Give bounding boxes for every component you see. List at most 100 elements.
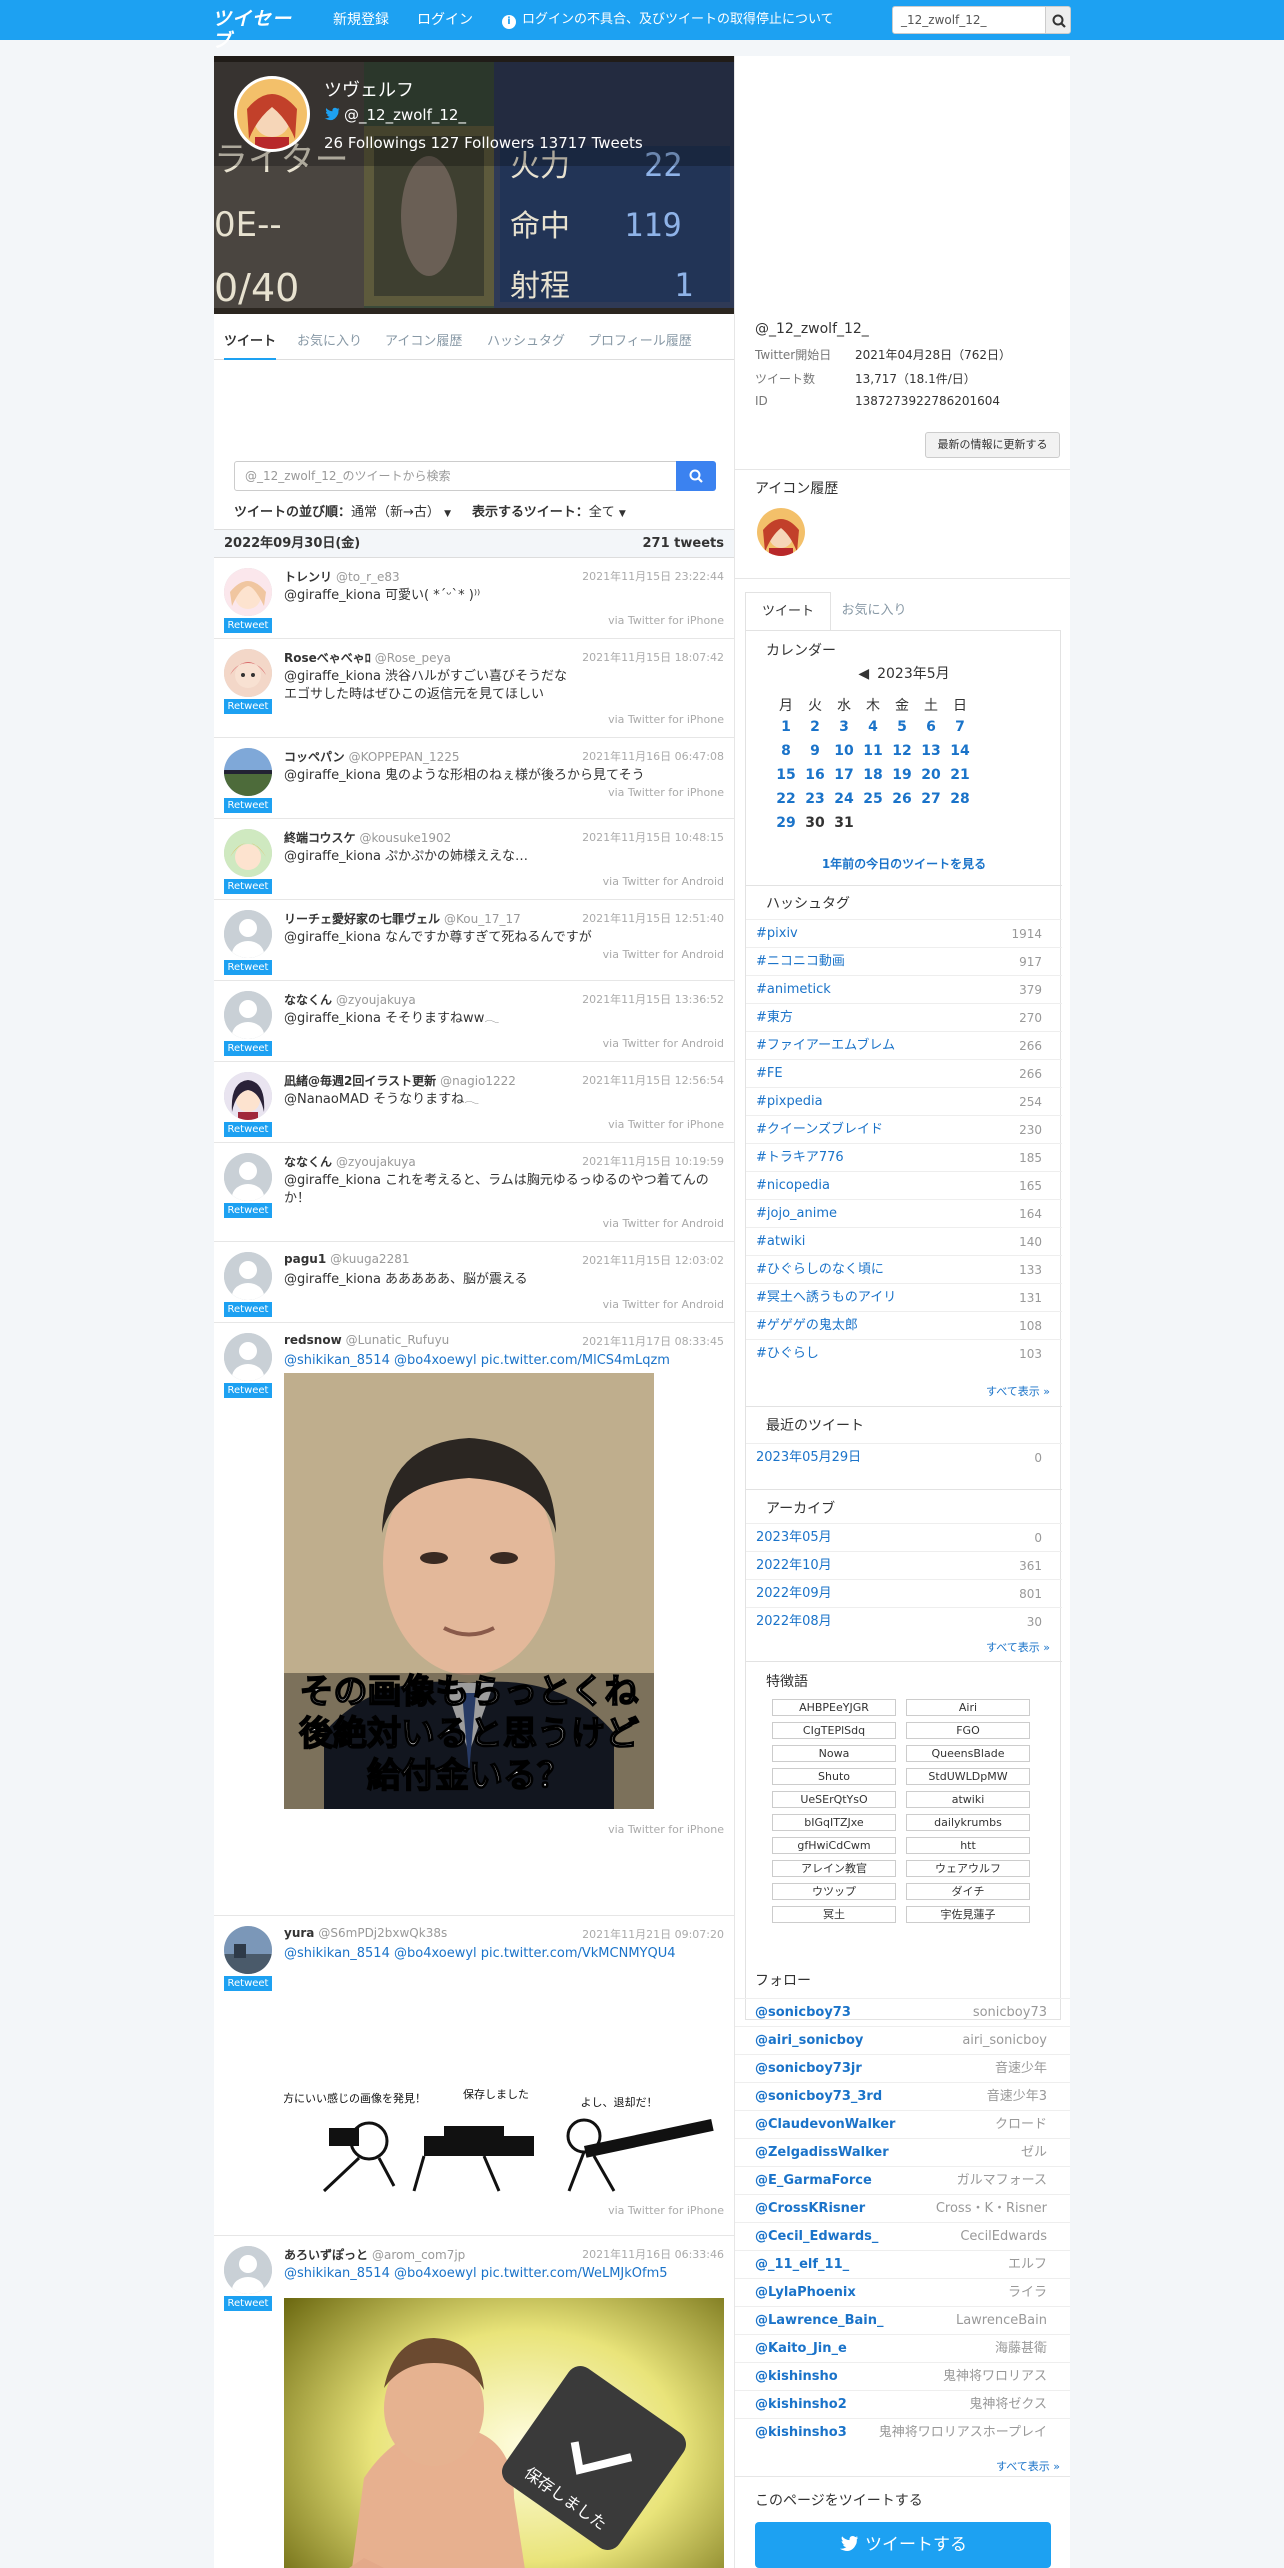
tweet-item[interactable]: Retweet Roseべゃべゃﾛ @Rose_peya 2021年11月15日 … — [214, 639, 734, 738]
hashtags-more-link[interactable]: すべて表示 » — [986, 1383, 1050, 1399]
tab-favorites[interactable]: お気に入り — [297, 324, 362, 360]
tweet-image[interactable]: 保存しました — [284, 2298, 724, 2568]
keyword-chip[interactable]: StdUWLDpMW — [906, 1768, 1030, 1785]
tweet-time[interactable]: 2021年11月15日 12:56:54 — [582, 1072, 724, 1088]
prev-month-icon[interactable]: ◀ — [858, 666, 869, 682]
icon-history-avatar[interactable] — [757, 508, 805, 556]
keyword-chip[interactable]: atwiki — [906, 1791, 1030, 1808]
follow-item[interactable]: @ZelgadissWalker ゼル — [735, 2138, 1070, 2166]
hashtag-item[interactable]: #ひぐらし 103 — [746, 1339, 1062, 1367]
keyword-chip[interactable]: UeSErQtYsO — [772, 1791, 896, 1808]
tweet-time[interactable]: 2021年11月21日 09:07:20 — [582, 1926, 724, 1942]
follow-item[interactable]: @Cecil_Edwards_ CecilEdwards — [735, 2222, 1070, 2250]
follow-item[interactable]: @kishinsho 鬼神将ワロリアス — [735, 2362, 1070, 2390]
tweet-item[interactable]: Retweet コッペパン @KOPPEPAN_1225 2021年11月16日 … — [214, 738, 734, 819]
one-year-ago-link[interactable]: 1年前の今日のツイートを見る — [746, 855, 1062, 872]
calendar-day[interactable]: 19 — [888, 767, 916, 783]
tweet-author[interactable]: トレンリ @to_r_e83 — [284, 568, 400, 585]
archive-item[interactable]: 2022年09月 801 — [746, 1579, 1062, 1607]
tweet-time[interactable]: 2021年11月15日 18:07:42 — [582, 649, 724, 665]
follow-item[interactable]: @airi_sonicboy airi_sonicboy — [735, 2026, 1070, 2054]
tweet-text[interactable]: @shikikan_8514 @bo4xoewyl pic.twitter.co… — [284, 1352, 724, 1370]
tab-icon-history[interactable]: アイコン履歴 — [385, 324, 462, 360]
keyword-chip[interactable]: Airi — [906, 1699, 1030, 1716]
hashtag-item[interactable]: #FE 266 — [746, 1059, 1062, 1087]
tweet-avatar[interactable] — [224, 910, 272, 958]
follow-item[interactable]: @kishinsho2 鬼神将ゼクス — [735, 2390, 1070, 2418]
profile-handle[interactable]: @_12_zwolf_12_ — [324, 106, 466, 124]
hashtag-item[interactable]: #pixiv 1914 — [746, 919, 1062, 947]
calendar-day[interactable]: 14 — [946, 743, 974, 759]
notice-link[interactable]: i ログインの不具合、及びツイートの取得停止について — [502, 0, 834, 40]
tweet-author[interactable]: 凪緒@毎週2回イラスト更新 @nagio1222 — [284, 1072, 516, 1089]
tweet-avatar[interactable] — [224, 1926, 272, 1974]
tweet-author[interactable]: Roseべゃべゃﾛ @Rose_peya — [284, 649, 451, 666]
tweet-item[interactable]: Retweet あろいずぽっと @arom_com7jp 2021年11月16日 … — [214, 2236, 734, 2568]
keyword-chip[interactable]: アレイン教官 — [772, 1860, 896, 1877]
calendar-day[interactable]: 10 — [830, 743, 858, 759]
tweet-author[interactable]: yura @S6mPDj2bxwQk38s — [284, 1926, 447, 1940]
calendar-day[interactable]: 17 — [830, 767, 858, 783]
follow-item[interactable]: @E_GarmaForce ガルマフォース — [735, 2166, 1070, 2194]
tweet-item[interactable]: Retweet 凪緒@毎週2回イラスト更新 @nagio1222 2021年11月… — [214, 1062, 734, 1143]
calendar-day[interactable]: 21 — [946, 767, 974, 783]
tweet-item[interactable]: Retweet pagu1 @kuuga2281 2021年11月15日 12:0… — [214, 1242, 734, 1323]
follow-item[interactable]: @sonicboy73_3rd 音速少年3 — [735, 2082, 1070, 2110]
follow-item[interactable]: @ClaudevonWalker クロード — [735, 2110, 1070, 2138]
tweet-item[interactable]: Retweet トレンリ @to_r_e83 2021年11月15日 23:22:… — [214, 558, 734, 639]
tweet-time[interactable]: 2021年11月15日 10:19:59 — [582, 1153, 724, 1169]
tweet-avatar[interactable] — [224, 1072, 272, 1120]
tweet-item[interactable]: Retweet リーチェ愛好家の七罪ヴェル @Kou_17_17 2021年11月… — [214, 900, 734, 981]
calendar-day[interactable]: 26 — [888, 791, 916, 807]
tweet-time[interactable]: 2021年11月15日 12:51:40 — [582, 910, 724, 926]
hashtag-item[interactable]: #atwiki 140 — [746, 1227, 1062, 1255]
hashtag-item[interactable]: #冥土へ誘うものアイリ 131 — [746, 1283, 1062, 1311]
calendar-day[interactable]: 11 — [859, 743, 887, 759]
calendar-day[interactable]: 18 — [859, 767, 887, 783]
header-search-button[interactable] — [1045, 6, 1071, 34]
tweet-text[interactable]: @shikikan_8514 @bo4xoewyl pic.twitter.co… — [284, 1945, 724, 1963]
tweet-time[interactable]: 2021年11月15日 12:03:02 — [582, 1252, 724, 1268]
keyword-chip[interactable]: bIGqITZJxe — [772, 1814, 896, 1831]
keyword-chip[interactable]: CIgTEPlSdq — [772, 1722, 896, 1739]
site-logo[interactable]: ツイセーブ — [212, 8, 308, 52]
keyword-chip[interactable]: gfHwiCdCwm — [772, 1837, 896, 1854]
tweet-avatar[interactable] — [224, 568, 272, 616]
hashtag-item[interactable]: #nicopedia 165 — [746, 1171, 1062, 1199]
tweet-avatar[interactable] — [224, 1252, 272, 1300]
tweet-avatar[interactable] — [224, 748, 272, 796]
tweet-time[interactable]: 2021年11月16日 06:47:08 — [582, 748, 724, 764]
tweet-image[interactable]: 前方にいい感じの画像を発見！ 保存しました よし、退却だ！ — [284, 2086, 724, 2196]
tab-hashtags[interactable]: ハッシュタグ — [487, 324, 565, 360]
keyword-chip[interactable]: 冥土 — [772, 1906, 896, 1923]
tweet-author[interactable]: redsnow @Lunatic_Rufuyu — [284, 1333, 449, 1347]
tweet-time[interactable]: 2021年11月15日 10:48:15 — [582, 829, 724, 845]
hashtag-item[interactable]: #ゲゲゲの鬼太郎 108 — [746, 1311, 1062, 1339]
show-filter-dropdown[interactable]: 表示するツイート：全て ▼ — [472, 501, 626, 520]
keyword-chip[interactable]: htt — [906, 1837, 1030, 1854]
sort-order-dropdown[interactable]: ツイートの並び順：通常（新→古） ▼ — [234, 501, 451, 520]
calendar-day[interactable]: 29 — [772, 815, 800, 831]
hashtag-item[interactable]: #jojo_anime 164 — [746, 1199, 1062, 1227]
profile-avatar[interactable] — [234, 76, 310, 152]
side-tab-favorites[interactable]: お気に入り — [831, 592, 917, 630]
follow-item[interactable]: @Kaito_Jin_e 海藤甚衛 — [735, 2334, 1070, 2362]
keyword-chip[interactable]: ウェアウルフ — [906, 1860, 1030, 1877]
hashtag-item[interactable]: #ファイアーエムブレム 266 — [746, 1031, 1062, 1059]
calendar-day[interactable]: 22 — [772, 791, 800, 807]
tweet-item[interactable]: Retweet 終端コウスケ @kousuke1902 2021年11月15日 1… — [214, 819, 734, 900]
tweet-share-button[interactable]: ツイートする — [755, 2522, 1051, 2568]
tweet-avatar[interactable] — [224, 649, 272, 697]
follow-item[interactable]: @Lawrence_Bain_ LawrenceBain — [735, 2306, 1070, 2334]
hashtag-item[interactable]: #ニコニコ動画 917 — [746, 947, 1062, 975]
calendar-day[interactable]: 16 — [801, 767, 829, 783]
hashtag-item[interactable]: #トラキア776 185 — [746, 1143, 1062, 1171]
follow-item[interactable]: @sonicboy73jr 音速少年 — [735, 2054, 1070, 2082]
calendar-day[interactable]: 3 — [830, 719, 858, 735]
calendar-day[interactable]: 7 — [946, 719, 974, 735]
recent-item[interactable]: 2023年05月29日 0 — [746, 1443, 1062, 1471]
tweet-avatar[interactable] — [224, 991, 272, 1039]
calendar-day[interactable]: 5 — [888, 719, 916, 735]
calendar-day[interactable]: 20 — [917, 767, 945, 783]
follow-item[interactable]: @LylaPhoenix ライラ — [735, 2278, 1070, 2306]
